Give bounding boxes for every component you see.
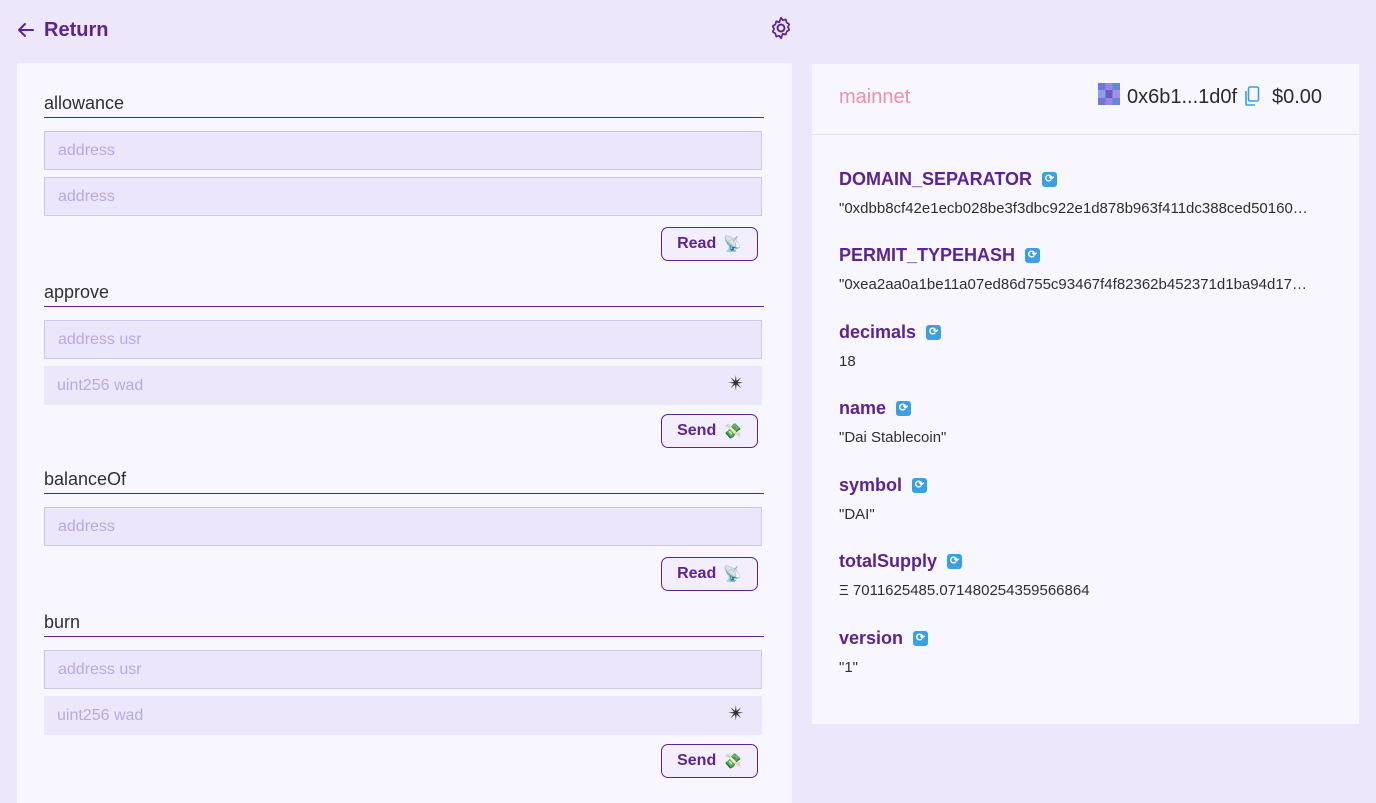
money-icon: 💸	[723, 753, 742, 770]
return-label: Return	[44, 18, 109, 41]
refresh-icon[interactable]: ⟳	[1025, 248, 1041, 263]
burn-usr-input[interactable]	[44, 650, 762, 689]
property-name-decimals: decimals ⟳	[839, 322, 942, 343]
burn-send-button[interactable]: Send 💸	[661, 744, 758, 778]
contract-info-panel: mainnet 0x6b1...1d0f $0.00 DOMAIN_SEPARA…	[812, 64, 1359, 724]
gear-icon[interactable]	[768, 15, 794, 41]
property-value-symbol: "DAI"	[839, 506, 875, 523]
address-avatar	[1098, 83, 1120, 105]
property-name-permit-typehash: PERMIT_TYPEHASH ⟳	[839, 245, 1041, 266]
top-bar: Return	[0, 0, 1376, 60]
property-label: name	[839, 398, 887, 418]
account-bar: mainnet 0x6b1...1d0f $0.00	[812, 64, 1359, 135]
refresh-icon[interactable]: ⟳	[1042, 172, 1058, 187]
allowance-address-input-1[interactable]	[44, 131, 762, 170]
read-label: Read	[677, 565, 717, 582]
return-button[interactable]: Return	[16, 16, 108, 44]
read-label: Read	[677, 235, 717, 252]
multiply-star-icon[interactable]: ✴	[726, 704, 746, 724]
approve-send-button[interactable]: Send 💸	[661, 414, 758, 448]
allowance-address-input-2[interactable]	[44, 177, 762, 216]
balanceof-address-input[interactable]	[44, 507, 762, 546]
functions-panel: allowance Read 📡 approve ✴ Send 💸 balanc…	[17, 63, 792, 803]
account-balance: $0.00	[1272, 86, 1323, 108]
balanceof-read-button[interactable]: Read 📡	[661, 557, 758, 591]
function-title-balanceof: balanceOf	[44, 469, 764, 494]
property-label: PERMIT_TYPEHASH	[839, 245, 1016, 265]
property-name-symbol: symbol ⟳	[839, 475, 928, 496]
refresh-icon[interactable]: ⟳	[926, 325, 942, 340]
arrow-left-icon	[18, 23, 34, 37]
property-value-domain-separator: "0xdbb8cf42e1ecb028be3f3dbc922e1d878b963…	[839, 200, 1308, 217]
property-name-version: version ⟳	[839, 628, 929, 649]
satellite-icon: 📡	[723, 566, 742, 583]
property-value-permit-typehash: "0xea2aa0a1be11a07ed86d755c93467f4f82362…	[839, 276, 1308, 293]
refresh-icon[interactable]: ⟳	[912, 478, 928, 493]
refresh-icon[interactable]: ⟳	[896, 401, 912, 416]
property-label: totalSupply	[839, 551, 937, 571]
function-title-burn: burn	[44, 612, 764, 637]
property-label: version	[839, 628, 904, 648]
property-label: DOMAIN_SEPARATOR	[839, 169, 1033, 189]
satellite-icon: 📡	[723, 236, 742, 253]
function-title-allowance: allowance	[44, 93, 764, 118]
refresh-icon[interactable]: ⟳	[913, 631, 929, 646]
multiply-star-icon[interactable]: ✴	[726, 374, 746, 394]
send-label: Send	[677, 752, 717, 769]
function-title-approve: approve	[44, 282, 764, 307]
property-value-version: "1"	[839, 659, 858, 676]
money-icon: 💸	[723, 423, 742, 440]
approve-wad-input[interactable]	[44, 366, 762, 405]
property-label: symbol	[839, 475, 903, 495]
send-label: Send	[677, 422, 717, 439]
property-label: decimals	[839, 322, 917, 342]
copy-icon[interactable]	[1244, 86, 1260, 106]
property-value-name: "Dai Stablecoin"	[839, 429, 947, 446]
network-label: mainnet	[839, 86, 911, 108]
allowance-read-button[interactable]: Read 📡	[661, 227, 758, 261]
property-name-totalsupply: totalSupply ⟳	[839, 551, 962, 572]
property-name-domain-separator: DOMAIN_SEPARATOR ⟳	[839, 169, 1058, 190]
approve-usr-input[interactable]	[44, 320, 762, 359]
refresh-icon[interactable]: ⟳	[947, 554, 962, 569]
property-value-totalsupply: Ξ 7011625485.071480254359566864	[839, 582, 1090, 599]
burn-wad-input[interactable]	[44, 696, 762, 735]
property-value-decimals: 18	[839, 353, 856, 370]
property-name-name: name ⟳	[839, 398, 912, 419]
account-address[interactable]: 0x6b1...1d0f	[1127, 86, 1237, 109]
